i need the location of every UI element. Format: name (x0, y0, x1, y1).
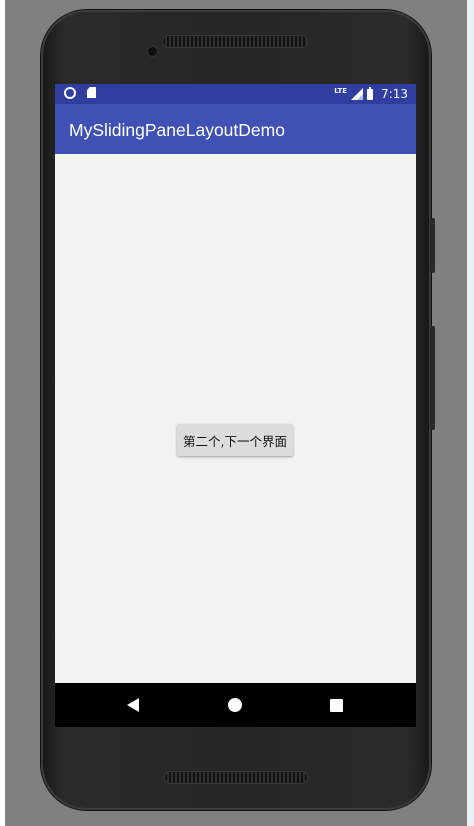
status-time: 7:13 (381, 87, 408, 101)
sd-card-icon (87, 87, 96, 98)
status-icons: LTE 7:13 (334, 86, 408, 102)
home-button[interactable] (205, 683, 265, 727)
top-speaker (163, 36, 307, 47)
power-button[interactable] (430, 326, 435, 430)
network-type-label: LTE (334, 86, 348, 95)
recents-icon (329, 698, 343, 712)
status-bar: LTE 7:13 (55, 84, 416, 104)
volume-button[interactable] (430, 218, 435, 273)
recents-button[interactable] (306, 683, 366, 727)
main-content: 第二个,下一个界面 (55, 154, 416, 683)
app-bar: MySlidingPaneLayoutDemo (55, 104, 416, 154)
back-icon (127, 698, 139, 712)
battery-icon (367, 86, 374, 100)
next-screen-button[interactable]: 第二个,下一个界面 (177, 424, 293, 456)
bottom-speaker (165, 772, 307, 783)
back-button[interactable] (103, 683, 163, 727)
emulator-edge (467, 0, 474, 826)
notification-circle-icon (64, 87, 76, 99)
device-screen: LTE 7:13 MySlidingPaneLayoutDemo 第二个,下一个… (55, 84, 416, 727)
home-icon (228, 698, 242, 712)
navigation-bar (55, 683, 416, 727)
app-title: MySlidingPaneLayoutDemo (69, 120, 285, 140)
signal-icon (351, 88, 364, 100)
front-camera (148, 47, 157, 56)
